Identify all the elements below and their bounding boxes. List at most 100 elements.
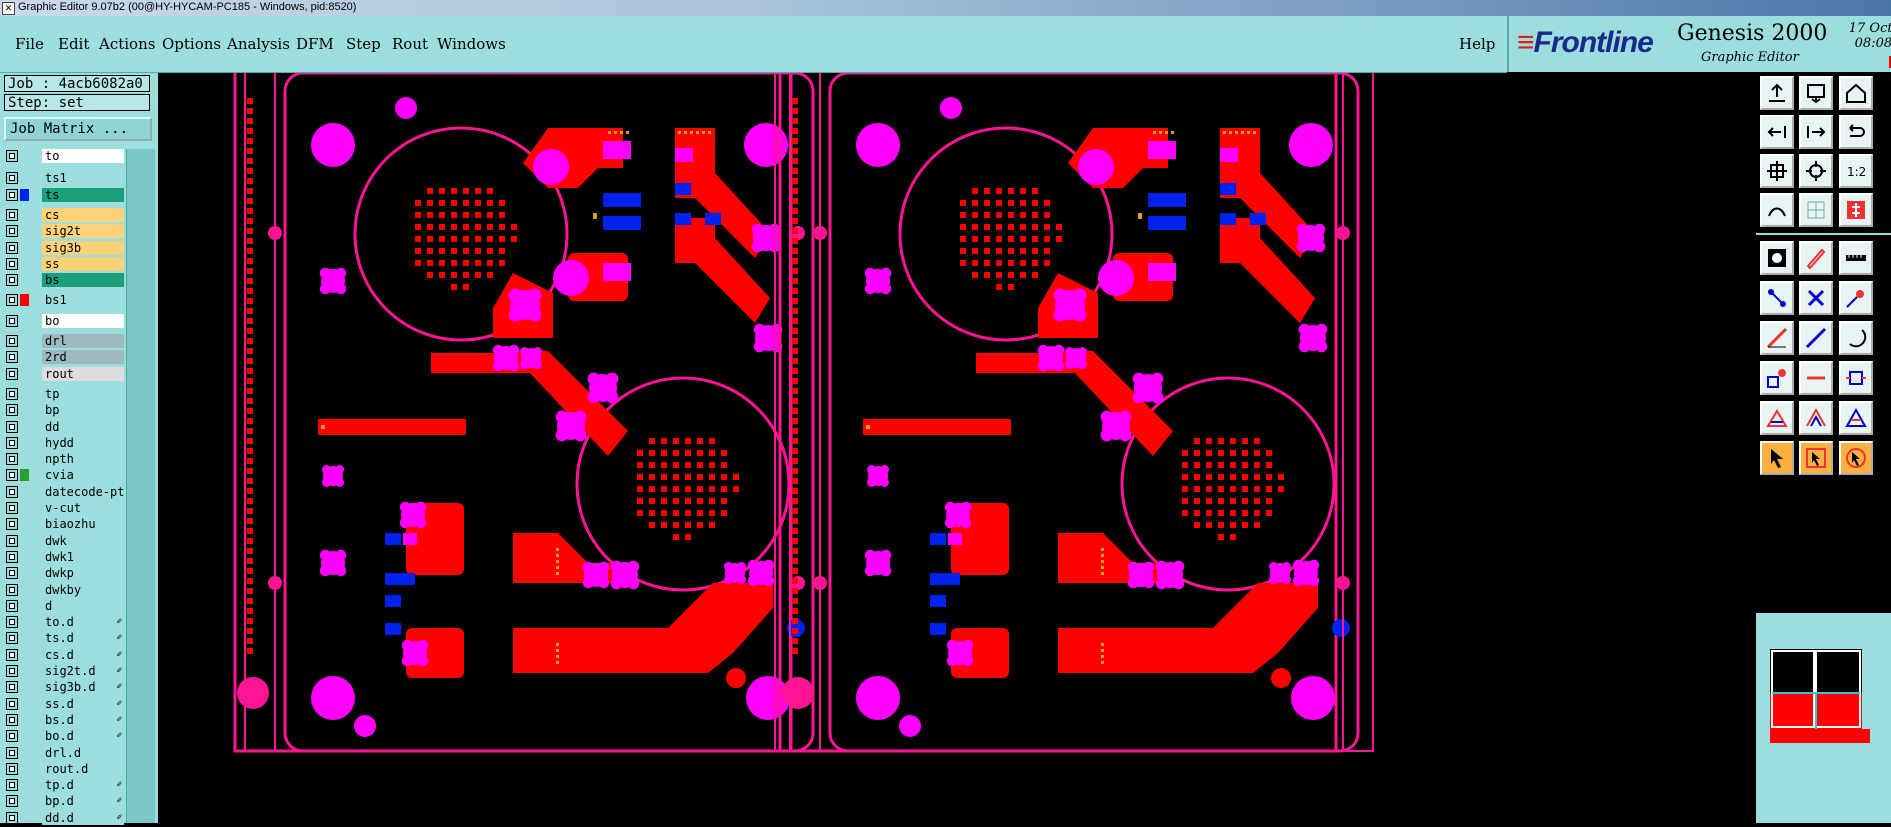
layer-row[interactable]: drl <box>4 334 124 348</box>
layer-checkbox[interactable] <box>6 453 18 466</box>
layer-color-swatch[interactable] <box>20 649 29 661</box>
layer-checkbox[interactable] <box>6 294 18 307</box>
undo-button[interactable] <box>1839 115 1873 149</box>
layer-color-swatch[interactable] <box>20 274 29 286</box>
layer-row[interactable]: dwkp <box>4 566 124 581</box>
pcb-view[interactable] <box>158 61 1756 823</box>
line-blue-button[interactable] <box>1799 321 1833 355</box>
ruler-button[interactable] <box>1839 241 1873 275</box>
layer-color-swatch[interactable] <box>20 172 29 184</box>
layer-checkbox[interactable] <box>6 599 18 612</box>
layer-row[interactable]: sig3b <box>4 240 124 255</box>
outline-button[interactable] <box>1799 401 1833 435</box>
layer-name[interactable]: sig2t <box>42 224 124 239</box>
triangle-button[interactable] <box>1839 401 1873 435</box>
layer-row[interactable]: d <box>4 598 124 613</box>
layer-name[interactable]: bo <box>42 313 124 328</box>
layer-color-swatch[interactable] <box>20 763 29 775</box>
layer-checkbox[interactable] <box>6 518 18 531</box>
edit-shape-button[interactable] <box>1799 241 1833 275</box>
layer-name[interactable]: cvia <box>42 468 124 483</box>
layer-row[interactable]: cs.d ✐ <box>4 647 124 662</box>
layer-color-swatch[interactable] <box>20 698 29 710</box>
layer-name[interactable]: bs.d ✐ <box>42 712 124 727</box>
layer-row[interactable]: datecode-pt <box>4 484 124 499</box>
layer-checkbox[interactable] <box>6 335 18 347</box>
layer-name[interactable]: bs1 <box>42 293 124 308</box>
layer-row[interactable]: bp.d ✐ <box>4 794 124 809</box>
layer-checkbox[interactable] <box>6 420 18 433</box>
layer-name[interactable]: ts.d ✐ <box>42 631 124 646</box>
layer-name[interactable]: to.d ✐ <box>42 615 124 630</box>
layer-row[interactable]: bs1 <box>4 293 124 308</box>
graphic-canvas[interactable] <box>158 61 1756 823</box>
layer-checkbox[interactable] <box>6 367 18 380</box>
overview-map[interactable] <box>1756 613 1891 823</box>
layer-name[interactable]: rout.d <box>42 761 124 776</box>
layer-checkbox[interactable] <box>6 241 18 254</box>
layer-checkbox[interactable] <box>6 172 18 185</box>
layer-row[interactable]: 2rd <box>4 350 124 365</box>
layer-toggle-button[interactable] <box>1839 193 1873 227</box>
layer-checkbox[interactable] <box>6 730 18 743</box>
layer-row[interactable]: hydd <box>4 435 124 450</box>
home-button[interactable] <box>1839 76 1873 110</box>
layer-scrollbar[interactable] <box>126 149 155 823</box>
layer-row[interactable]: bp <box>4 403 124 418</box>
layer-name[interactable]: to <box>42 149 124 163</box>
layer-checkbox[interactable] <box>6 616 18 629</box>
layer-checkbox[interactable] <box>6 567 18 580</box>
layer-checkbox[interactable] <box>6 648 18 661</box>
menu-actions[interactable]: Actions <box>99 35 155 53</box>
layer-name[interactable]: ss.d ✐ <box>42 696 124 711</box>
layer-color-swatch[interactable] <box>20 388 29 400</box>
menu-analysis[interactable]: Analysis <box>227 35 290 53</box>
layer-name[interactable]: datecode-pt <box>42 484 124 499</box>
layer-name[interactable]: dwk <box>42 533 124 548</box>
layer-color-swatch[interactable] <box>20 681 29 693</box>
layer-color-swatch[interactable] <box>20 486 29 498</box>
layer-row[interactable]: drl.d <box>4 745 124 760</box>
menu-rout[interactable]: Rout <box>392 35 428 53</box>
layer-checkbox[interactable] <box>6 351 18 364</box>
layer-name[interactable]: bp <box>42 403 124 418</box>
dash-button[interactable] <box>1799 361 1833 395</box>
polygon-button[interactable] <box>1760 401 1794 435</box>
layer-color-swatch[interactable] <box>20 421 29 433</box>
layer-color-swatch[interactable] <box>20 779 29 791</box>
layer-color-swatch[interactable] <box>20 335 29 347</box>
job-matrix-button[interactable]: Job Matrix ... <box>4 117 152 141</box>
layer-name[interactable]: drl <box>42 334 124 348</box>
layer-row[interactable]: to.d ✐ <box>4 615 124 630</box>
layer-row[interactable]: rout <box>4 366 124 381</box>
layer-checkbox[interactable] <box>6 469 18 482</box>
resize-button[interactable] <box>1839 361 1873 395</box>
layer-color-swatch[interactable] <box>20 351 29 363</box>
layer-color-swatch[interactable] <box>20 795 29 807</box>
layer-checkbox[interactable] <box>6 681 18 694</box>
menu-windows[interactable]: Windows <box>437 35 506 53</box>
layer-checkbox[interactable] <box>6 762 18 775</box>
layer-name[interactable]: v-cut <box>42 501 124 515</box>
layer-row[interactable]: tp.d ✐ <box>4 778 124 793</box>
layer-color-swatch[interactable] <box>20 567 29 579</box>
layer-row[interactable]: ts.d ✐ <box>4 631 124 646</box>
layer-color-swatch[interactable] <box>20 747 29 759</box>
grid-button[interactable] <box>1799 193 1833 227</box>
layer-name[interactable]: 2rd <box>42 350 124 365</box>
select-arrow-button[interactable] <box>1760 441 1794 475</box>
layer-checkbox[interactable] <box>6 534 18 547</box>
layer-color-swatch[interactable] <box>20 632 29 644</box>
layer-row[interactable]: bs.d ✐ <box>4 712 124 727</box>
add-pad-button[interactable] <box>1839 281 1873 315</box>
menu-options[interactable]: Options <box>162 35 221 53</box>
fill-button[interactable] <box>1760 241 1794 275</box>
menu-step[interactable]: Step <box>346 35 381 53</box>
pan-right-button[interactable] <box>1799 115 1833 149</box>
layer-color-swatch[interactable] <box>20 600 29 612</box>
layer-checkbox[interactable] <box>6 583 18 596</box>
layer-color-swatch[interactable] <box>20 616 29 628</box>
layer-row[interactable]: dwkby <box>4 582 124 597</box>
layer-checkbox[interactable] <box>6 502 18 514</box>
layer-row[interactable]: npth <box>4 452 124 467</box>
